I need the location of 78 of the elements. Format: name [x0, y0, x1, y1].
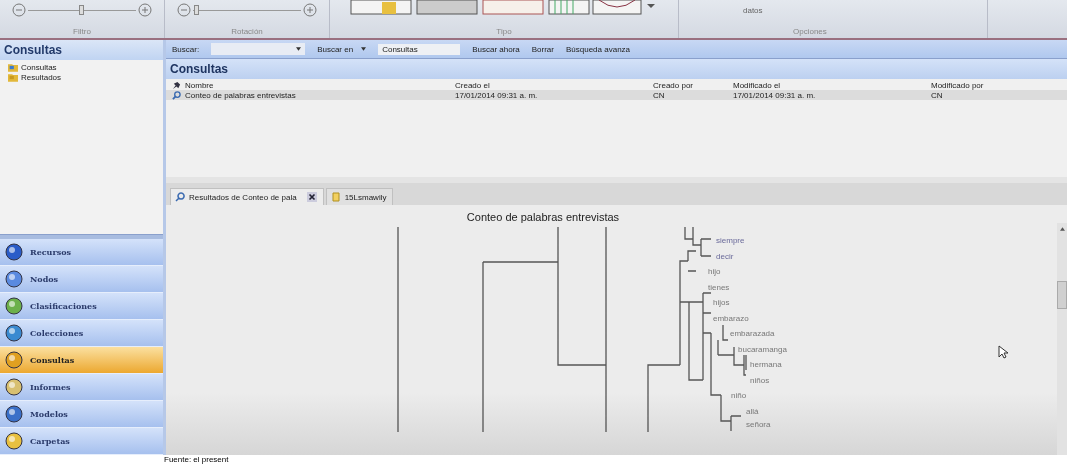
leaf-label: hijo — [708, 267, 721, 276]
nav-icon — [4, 404, 24, 424]
scrollbar-thumb[interactable] — [1057, 281, 1067, 309]
nav-button[interactable]: Modelos — [0, 401, 163, 428]
leaf-label: siempre — [716, 236, 745, 245]
nav-button[interactable]: Carpetas — [0, 428, 163, 455]
column-header[interactable]: Modificado por — [931, 80, 1061, 90]
nav-button[interactable]: Recursos — [0, 239, 163, 266]
search-field[interactable] — [211, 43, 306, 55]
column-header[interactable]: Creado el — [455, 80, 653, 90]
nav-button[interactable]: Consultas — [0, 347, 163, 374]
close-icon[interactable] — [306, 192, 317, 202]
nav-icon — [4, 269, 24, 289]
leaf-label: allá — [746, 406, 759, 416]
leaf-label: bucaramanga — [738, 344, 787, 354]
dropdown-icon — [361, 47, 367, 51]
search-in-dropdown[interactable]: Buscar en — [317, 44, 367, 54]
ribbon-group-label: Filtro — [73, 27, 91, 36]
leaf-label: niño — [731, 391, 747, 400]
slider-thumb[interactable] — [79, 4, 84, 15]
search-in-field[interactable]: Consultas — [378, 43, 461, 55]
chart-title: Conteo de palabras entrevistas — [466, 211, 620, 223]
document-tab[interactable]: Resultados de Conteo de pala — [170, 188, 324, 205]
column-header[interactable]: Nombre — [172, 80, 455, 90]
scroll-up-icon[interactable] — [1059, 227, 1065, 231]
leaf-label: hijos — [713, 298, 730, 307]
query-icon — [172, 90, 181, 100]
dropdown-icon — [296, 47, 302, 51]
nav-icon — [4, 377, 24, 397]
table-cell-text: 17/01/2014 09:31 a. m. — [733, 90, 817, 100]
tree-item[interactable]: Consultas — [8, 62, 155, 72]
search-label: Buscar: — [172, 44, 200, 54]
leaf-label: hermana — [750, 360, 782, 369]
caption: Fuente: el present — [164, 455, 229, 465]
table-cell-text: 17/01/2014 09:31 a. m. — [455, 90, 539, 100]
leaf-label: embarazada — [730, 329, 775, 338]
search-action[interactable]: Buscar ahora — [472, 44, 520, 54]
nav-icon — [4, 323, 24, 343]
zoom-out-icon[interactable] — [177, 3, 191, 17]
document-tab[interactable]: 15Lsmawily — [325, 188, 394, 205]
folder-icon — [8, 72, 18, 82]
leaf-label: decir — [716, 251, 734, 261]
table-cell: Conteo de palabras entrevistas — [172, 90, 455, 100]
leaf-label: tienes — [708, 282, 730, 292]
document-icon — [330, 192, 341, 202]
slider-thumb[interactable] — [194, 4, 200, 15]
nav-button[interactable]: Colecciones — [0, 320, 163, 347]
query-icon — [175, 192, 185, 202]
tree-item[interactable]: Resultados — [8, 72, 155, 82]
table-cell-text: CN — [931, 90, 944, 100]
nav-icon — [4, 242, 24, 262]
list-title: Consultas — [166, 59, 1067, 79]
table-cell-text: CN — [653, 90, 666, 100]
leaf-label: niños — [750, 375, 770, 385]
nav-icon — [4, 431, 24, 451]
ribbon-group-label: Rotación — [231, 27, 263, 36]
ribbon-group-label: Opciones — [793, 27, 827, 36]
table-row[interactable]: Conteo de palabras entrevistas 17/01/2014 09:31 a. m. CN 17/01/2014 09:31 a. m. CN — [166, 90, 1067, 100]
panel-title: Consultas — [0, 40, 163, 60]
ribbon-group-label: Tipo — [496, 27, 512, 36]
search-action[interactable]: Borrar — [531, 44, 554, 54]
zoom-out-icon[interactable] — [12, 3, 26, 17]
nav-icon — [4, 350, 24, 370]
nav-button[interactable]: Clasificaciones — [0, 293, 163, 320]
cursor-icon — [998, 345, 1008, 359]
nav-button[interactable]: Informes — [0, 374, 163, 401]
pin-icon — [172, 80, 181, 90]
nav-button[interactable]: Nodos — [0, 266, 163, 293]
column-header[interactable]: Creado por — [653, 80, 733, 90]
folder-icon — [8, 62, 18, 72]
leaf-label: señora — [746, 420, 771, 429]
column-header[interactable]: Modificado el — [733, 80, 931, 90]
zoom-in-icon[interactable] — [303, 3, 317, 17]
zoom-in-icon[interactable] — [138, 3, 152, 17]
leaf-label: embarazo — [713, 313, 749, 323]
ribbon-option[interactable]: datos — [743, 5, 763, 15]
nav-icon — [4, 296, 24, 316]
search-action[interactable]: Búsqueda avanza — [566, 44, 631, 54]
